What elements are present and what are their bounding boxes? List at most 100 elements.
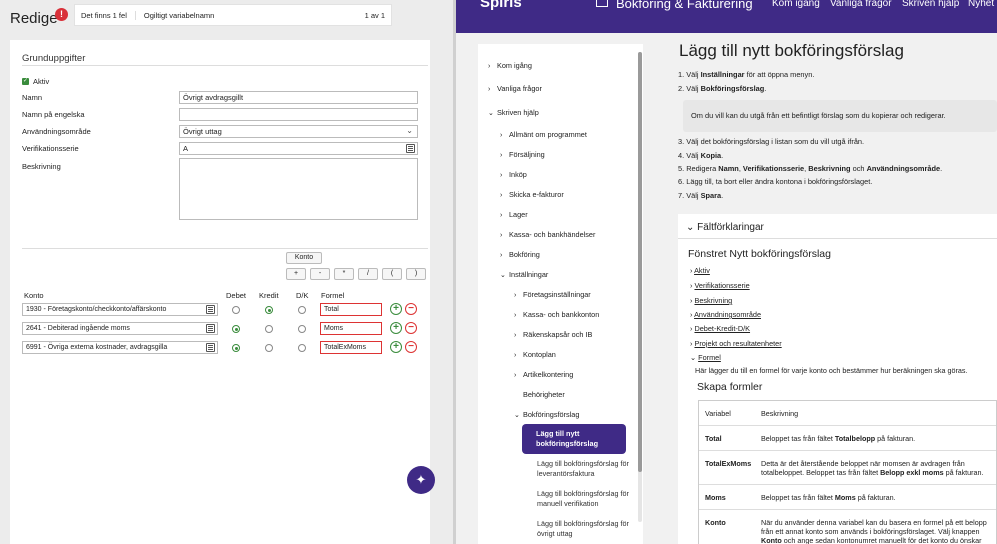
nav-item[interactable]: › Kom igång [488, 61, 532, 70]
chevron-down-icon: ⌄ [690, 353, 699, 362]
chevron-right-icon: › [500, 232, 503, 239]
field-link[interactable]: ⌄ Formel [690, 353, 721, 362]
aktiv-row[interactable]: ✓ Aktiv [22, 77, 49, 86]
beskrivning-label: Beskrivning [22, 162, 61, 171]
step-item: 7. Välj Spara. [678, 191, 724, 200]
field-link[interactable]: › Verifikationsserie [690, 281, 750, 290]
close-paren-button[interactable]: ) [406, 268, 426, 280]
add-row-button[interactable]: + [390, 341, 402, 353]
lookup-icon[interactable] [206, 343, 215, 352]
skapa-formler-heading: Skapa formler [697, 381, 763, 393]
operator-buttons: + - * / ( ) [286, 268, 426, 280]
beskrivning-textarea[interactable] [179, 158, 418, 220]
konto-input[interactable]: 6991 - Övriga externa kostnader, avdrags… [22, 341, 218, 354]
debet-radio[interactable] [232, 344, 240, 352]
nav-item[interactable]: Behörigheter [523, 390, 565, 399]
home-icon[interactable] [596, 0, 608, 7]
field-link[interactable]: › Beskrivning [690, 296, 732, 305]
konto-input[interactable]: 1930 - Företagskonto/checkkonto/affärsko… [22, 303, 218, 316]
field-link[interactable]: › Aktiv [690, 266, 710, 275]
field-explanations-toggle[interactable]: ⌄ Fältförklaringar [686, 222, 764, 233]
minus-operator-button[interactable]: - [310, 268, 330, 280]
nav-item[interactable]: › Räkenskapsår och IB [514, 330, 592, 339]
nav-item-active[interactable]: Lägg till nytt bokföringsförslag [522, 424, 626, 454]
debet-radio[interactable] [232, 306, 240, 314]
nav-item[interactable]: › Lager [500, 210, 528, 219]
field-link[interactable]: › Användningsområde [690, 310, 761, 319]
dk-radio[interactable] [298, 306, 306, 314]
nav-item[interactable]: › Företagsinställningar [514, 290, 591, 299]
add-row-button[interactable]: + [390, 322, 402, 334]
nav-vanliga-fragor[interactable]: Vanliga frågor [830, 0, 892, 9]
beskrivning-header: Beskrivning [761, 409, 799, 418]
nav-item[interactable]: › Försäljning [500, 150, 545, 159]
nav-item[interactable]: › Artikelkontering [514, 370, 573, 379]
nav-nyheter[interactable]: Nyhet [968, 0, 994, 9]
field-link[interactable]: › Projekt och resultatenheter [690, 339, 782, 348]
serie-input[interactable]: A [179, 142, 418, 155]
lookup-icon[interactable] [206, 305, 215, 314]
remove-row-button[interactable]: − [405, 303, 417, 315]
aktiv-checkbox[interactable]: ✓ [22, 78, 29, 85]
field-explanations: ⌄ Fältförklaringar Fönstret Nytt bokföri… [678, 214, 997, 544]
chevron-right-icon: › [514, 372, 517, 379]
nav-item[interactable]: › Bokföring [500, 250, 540, 259]
dk-radio[interactable] [298, 325, 306, 333]
nav-item[interactable]: › Kassa- och bankkonton [514, 310, 599, 319]
formel-input[interactable]: Total [320, 303, 382, 316]
nav-item[interactable]: ⌄ Inställningar [500, 270, 548, 279]
chevron-right-icon: › [500, 172, 503, 179]
omrade-select[interactable]: Övrigt uttag ⌄ [179, 125, 418, 138]
formel-input[interactable]: Moms [320, 322, 382, 335]
dk-radio[interactable] [298, 344, 306, 352]
konto-button[interactable]: Konto [286, 252, 322, 264]
dk-column-header: D/K [296, 291, 309, 300]
kredit-radio[interactable] [265, 344, 273, 352]
nav-item[interactable]: › Inköp [500, 170, 527, 179]
lookup-icon[interactable] [406, 144, 415, 153]
plus-operator-button[interactable]: + [286, 268, 306, 280]
nav-item[interactable]: ⌄ Skriven hjälp [488, 108, 539, 117]
nav-item[interactable]: Lägg till bokföringsförslag för manuell … [537, 489, 637, 509]
namn-input[interactable]: Övrigt avdragsgillt [179, 91, 418, 104]
chevron-right-icon: › [500, 152, 503, 159]
namn-engelska-input[interactable] [179, 108, 418, 121]
table-row: TotalExMoms Detta är det återstående bel… [699, 451, 996, 485]
open-paren-button[interactable]: ( [382, 268, 402, 280]
error-icon[interactable]: ! [55, 8, 68, 21]
debet-radio[interactable] [232, 325, 240, 333]
brand-logo[interactable]: Spiris [480, 0, 522, 11]
multiply-operator-button[interactable]: * [334, 268, 354, 280]
scrollbar-thumb[interactable] [638, 52, 642, 472]
konto-value: 2641 - Debiterad ingående moms [26, 325, 130, 332]
assistant-button[interactable]: ✦ [407, 466, 435, 494]
nav-item[interactable]: ⌄ Bokföringsförslag [514, 410, 579, 419]
nav-section[interactable]: Bokföring & Fakturering [616, 0, 753, 11]
kredit-radio[interactable] [265, 325, 273, 333]
error-message[interactable]: Ogiltigt variabelnamn [136, 11, 365, 20]
formel-input[interactable]: TotalExMoms [320, 341, 382, 354]
nav-item[interactable]: Lägg till bokföringsförslag för övrigt u… [537, 519, 637, 539]
nav-skriven-hjalp[interactable]: Skriven hjälp [902, 0, 959, 9]
divide-operator-button[interactable]: / [358, 268, 378, 280]
nav-item[interactable]: › Skicka e-fakturor [500, 190, 564, 199]
chevron-right-icon: › [488, 86, 491, 93]
error-bar[interactable]: Det finns 1 fel Ogiltigt variabelnamn 1 … [74, 4, 392, 26]
nav-item[interactable]: › Kassa- och bankhändelser [500, 230, 595, 239]
table-row: 1930 - Företagskonto/checkkonto/affärsko… [22, 303, 428, 317]
nav-item[interactable]: › Kontoplan [514, 350, 556, 359]
konto-input[interactable]: 2641 - Debiterad ingående moms [22, 322, 218, 335]
add-row-button[interactable]: + [390, 303, 402, 315]
lookup-icon[interactable] [206, 324, 215, 333]
nav-item[interactable]: › Vanliga frågor [488, 84, 542, 93]
nav-item[interactable]: › Allmänt om programmet [500, 130, 587, 139]
remove-row-button[interactable]: − [405, 322, 417, 334]
nav-item[interactable]: Lägg till bokföringsförslag för leverant… [537, 459, 637, 479]
variabel-header: Variabel [705, 409, 731, 418]
field-link[interactable]: › Debet-Kredit-D/K [690, 324, 750, 333]
remove-row-button[interactable]: − [405, 341, 417, 353]
nav-kom-igang[interactable]: Kom igång [772, 0, 820, 9]
error-count: Det finns 1 fel [75, 10, 136, 20]
kredit-radio[interactable] [265, 306, 273, 314]
chevron-down-icon: ⌄ [686, 222, 698, 233]
